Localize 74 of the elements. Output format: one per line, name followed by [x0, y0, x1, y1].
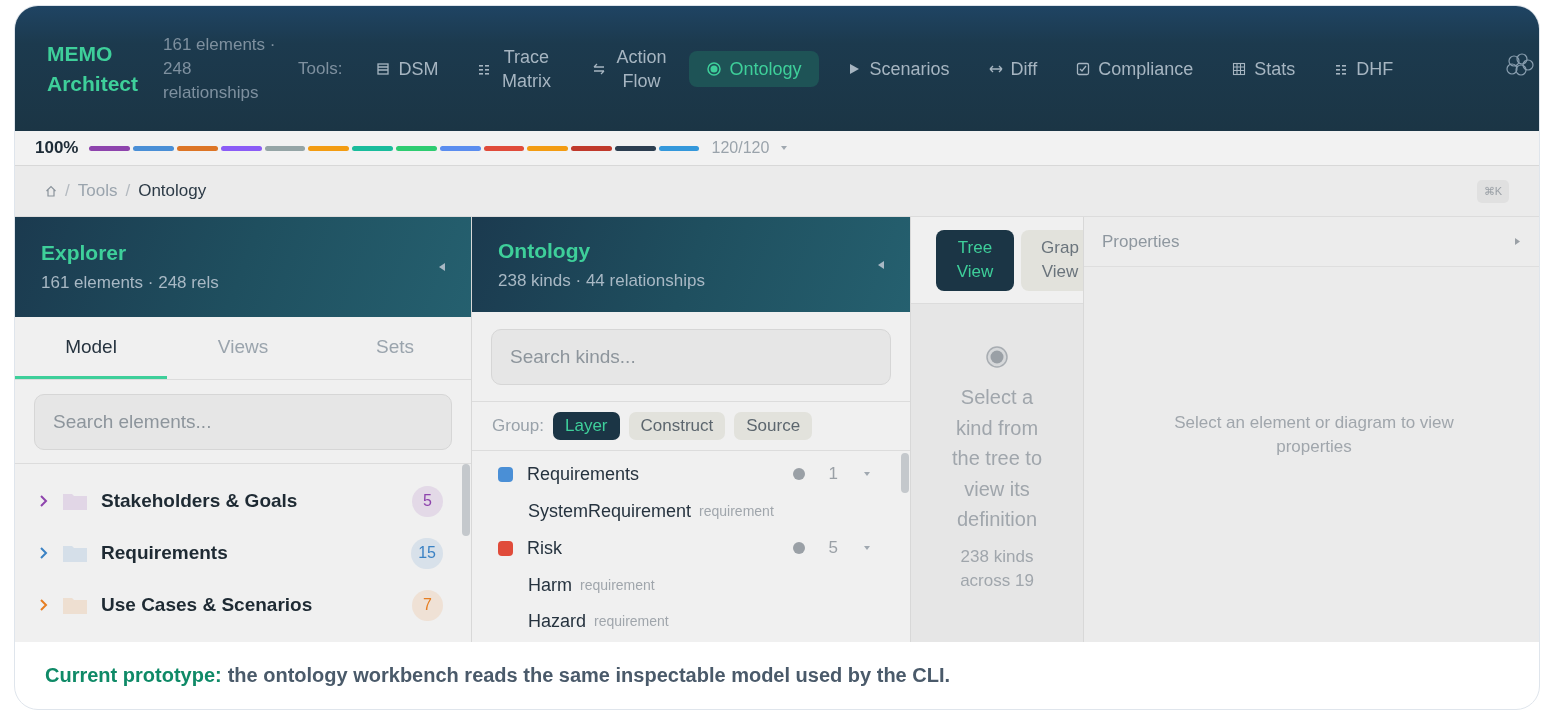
count-badge: 5: [412, 485, 443, 517]
search-field[interactable]: Search kinds...: [491, 328, 891, 385]
tool-tab[interactable]: Trace Matrix: [459, 38, 572, 99]
group-chip[interactable]: Layer: [553, 412, 620, 440]
group-chip[interactable]: Construct: [628, 412, 726, 440]
expand-icon[interactable]: [1515, 238, 1520, 245]
folder-icon: [63, 596, 87, 614]
tool-tab[interactable]: DSM: [358, 50, 457, 87]
kind-type: requirement: [594, 613, 669, 629]
folder-icon: [63, 544, 87, 562]
tool-tab[interactable]: Scenarios: [829, 50, 968, 87]
model-stats: 161 elements · 248 relationships: [163, 33, 277, 104]
tool-tab[interactable]: Compliance: [1058, 50, 1212, 87]
collapse-icon[interactable]: [439, 263, 445, 271]
chevron-icon: [39, 598, 49, 612]
radio-icon: [707, 61, 722, 76]
swap-arrows-icon: [592, 61, 607, 76]
kind-name[interactable]: Hazard: [528, 610, 587, 632]
status-dot: [792, 468, 805, 480]
tree-item[interactable]: Use Cases & Scenarios 7: [39, 584, 443, 626]
tool-tab[interactable]: Diff: [970, 50, 1056, 87]
panel-subtitle: 238 kinds · 44 relationships: [498, 270, 706, 291]
count-badge: 7: [412, 589, 443, 621]
tool-tab[interactable]: Ontology: [689, 50, 820, 87]
panel-title: Ontology: [498, 238, 592, 263]
checkbox-icon: [1076, 61, 1091, 76]
breadcrumb-separator: /: [125, 181, 131, 201]
panel-title: Properties: [1102, 231, 1181, 252]
tree-item[interactable]: Requirements 15: [39, 532, 443, 574]
folder-icon: [63, 492, 87, 510]
group-label: Group:: [492, 416, 544, 436]
progress-percent: 100%: [35, 138, 79, 158]
caret-icon[interactable]: [864, 546, 870, 550]
tool-tab[interactable]: DHF: [1316, 50, 1412, 87]
tool-tab[interactable]: Action Flow: [574, 38, 687, 99]
kind-count: 1: [828, 464, 838, 484]
radio-icon: [986, 346, 1008, 368]
kind-type: requirement: [699, 503, 774, 519]
chevron-icon: [39, 494, 49, 508]
group-chip[interactable]: Source: [734, 412, 813, 440]
empty-message: Select an element or diagram to view properties: [1173, 411, 1455, 458]
view-tab[interactable]: Tree View: [936, 229, 1014, 291]
count-badge: 15: [411, 537, 443, 569]
empty-message: Select a kind from the tree to view its definition: [950, 385, 1044, 532]
kind-type: requirement: [580, 577, 655, 593]
group-name[interactable]: Requirements: [527, 463, 779, 485]
kind-name[interactable]: SystemRequirement: [528, 500, 692, 522]
group-name[interactable]: Risk: [527, 537, 779, 559]
progress-count: 120/120: [711, 139, 770, 157]
panel-tab[interactable]: Model: [15, 317, 167, 379]
caret-icon[interactable]: [781, 146, 788, 150]
grid-icon: [1232, 61, 1247, 76]
app-logo: MEMO Architect: [47, 40, 140, 97]
panel-subtitle: 161 elements · 248 rels: [41, 273, 220, 293]
home-icon[interactable]: [45, 185, 57, 197]
kind-name[interactable]: Harm: [528, 574, 572, 596]
caption: Current prototype: the ontology workbench reads the same inspectable model used by the CLI.: [44, 663, 952, 688]
table-icon: [376, 61, 391, 76]
tool-tab[interactable]: Stats: [1214, 50, 1314, 87]
tools-label: Tools:: [298, 58, 343, 79]
view-tab[interactable]: Grap View: [1021, 229, 1083, 291]
chevron-icon: [39, 546, 49, 560]
collapse-icon[interactable]: [878, 260, 884, 269]
kinds-note: 238 kinds across 19: [959, 545, 1035, 592]
scrollbar[interactable]: [901, 453, 909, 493]
breadcrumb-separator: /: [65, 181, 70, 201]
search-field[interactable]: Search elements...: [34, 393, 452, 450]
panel-title: Explorer: [41, 241, 128, 265]
caret-icon[interactable]: [864, 472, 870, 476]
breadcrumb-link[interactable]: Ontology: [138, 181, 207, 201]
kind-count: 5: [828, 538, 838, 558]
tree-item[interactable]: Stakeholders & Goals 5: [39, 480, 443, 522]
status-dot: [792, 542, 805, 554]
scrollbar[interactable]: [462, 464, 470, 536]
